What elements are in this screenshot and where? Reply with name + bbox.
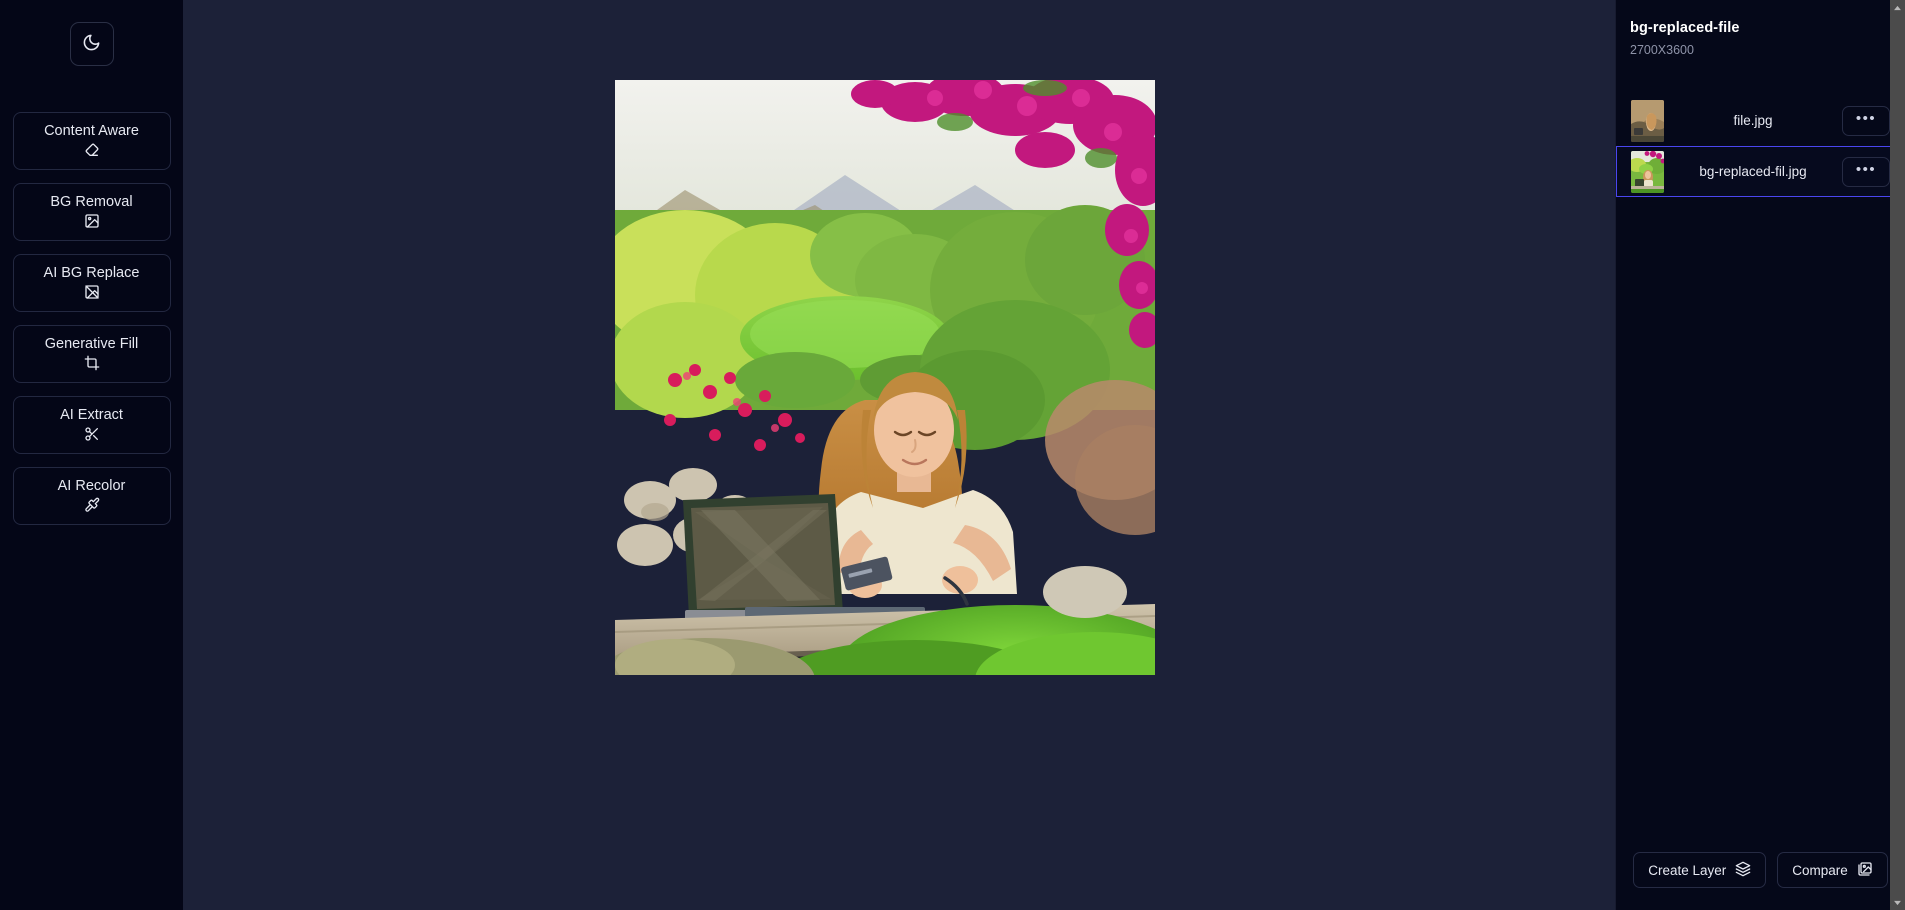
file-name-label: file.jpg (1733, 113, 1773, 128)
compare-image-icon (1857, 861, 1873, 880)
thumbnail-original-icon (1631, 99, 1664, 142)
create-layer-button[interactable]: Create Layer (1633, 852, 1767, 888)
right-panel-header: bg-replaced-file 2700X3600 (1616, 0, 1905, 57)
theme-toggle-button[interactable] (69, 22, 114, 66)
file-list: file.jpg ••• bg-replaced-fil.jpg ••• (1616, 95, 1905, 197)
compare-button[interactable]: Compare (1777, 852, 1888, 888)
thumbnail-bg-replaced-icon (1631, 150, 1664, 193)
paintbrush-icon (84, 497, 100, 513)
crop-icon (84, 355, 100, 371)
layers-icon (1735, 861, 1751, 880)
page-title: bg-replaced-file (1630, 20, 1740, 36)
file-name-label: bg-replaced-fil.jpg (1699, 164, 1807, 179)
scroll-up-arrow-icon[interactable] (1890, 0, 1905, 15)
tool-label-ai-recolor: AI Recolor (57, 477, 126, 494)
eraser-icon (84, 142, 100, 158)
app-root: Content Aware BG Removal AI BG Replace G… (0, 0, 1905, 910)
tool-label-bg-removal: BG Removal (50, 193, 133, 210)
tool-label-ai-bg-replace: AI BG Replace (43, 264, 140, 281)
file-list-item-bg-replaced[interactable]: bg-replaced-fil.jpg ••• (1616, 146, 1905, 197)
vertical-scrollbar[interactable] (1890, 0, 1905, 910)
image-icon (84, 213, 100, 229)
right-panel-footer: Create Layer Compare (1616, 852, 1905, 910)
tool-button-bg-removal[interactable]: BG Removal (12, 183, 171, 241)
file-options-menu-button[interactable]: ••• (1842, 156, 1890, 187)
edited-image-preview[interactable] (615, 80, 1155, 675)
image-off-icon (84, 284, 100, 300)
tool-button-list: Content Aware BG Removal AI BG Replace G… (0, 112, 183, 525)
canvas-image-container[interactable] (615, 80, 1155, 675)
image-dimensions-label: 2700X3600 (1630, 43, 1694, 57)
file-options-menu-button[interactable]: ••• (1842, 105, 1890, 136)
right-panel: bg-replaced-file 2700X3600 file.jpg ••• … (1615, 0, 1905, 910)
tool-button-ai-recolor[interactable]: AI Recolor (12, 467, 171, 525)
canvas-area (183, 0, 1615, 910)
scissors-icon (84, 426, 100, 442)
tool-label-ai-extract: AI Extract (60, 406, 123, 423)
tool-label-content-aware: Content Aware (44, 122, 139, 139)
tool-button-ai-extract[interactable]: AI Extract (12, 396, 171, 454)
moon-icon (82, 33, 101, 55)
create-layer-label: Create Layer (1648, 862, 1727, 878)
file-list-item-original[interactable]: file.jpg ••• (1616, 95, 1905, 146)
tool-button-content-aware[interactable]: Content Aware (12, 112, 171, 170)
tool-button-ai-bg-replace[interactable]: AI BG Replace (12, 254, 171, 312)
scroll-down-arrow-icon[interactable] (1890, 895, 1905, 910)
left-sidebar: Content Aware BG Removal AI BG Replace G… (0, 0, 183, 910)
tool-button-generative-fill[interactable]: Generative Fill (12, 325, 171, 383)
tool-label-generative-fill: Generative Fill (44, 335, 139, 352)
compare-label: Compare (1792, 862, 1848, 878)
